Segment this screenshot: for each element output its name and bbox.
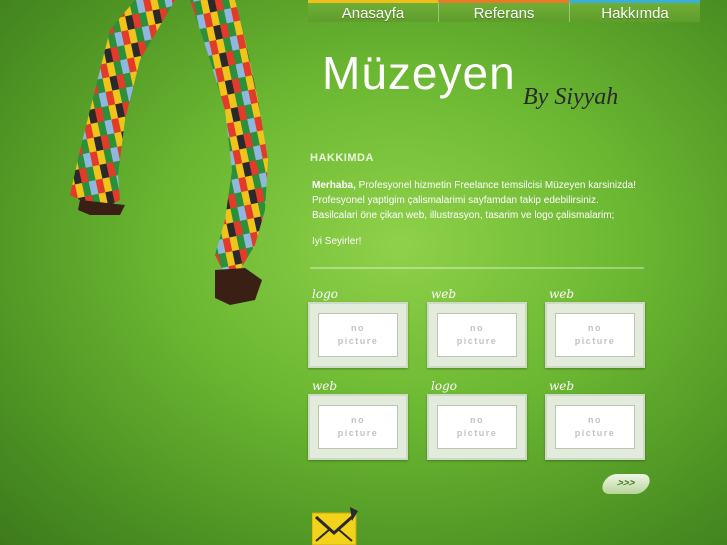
no-picture-placeholder: no picture xyxy=(555,313,635,357)
portfolio-label: web xyxy=(431,287,457,301)
no-picture-placeholder: no picture xyxy=(437,405,517,449)
portfolio-grid: logo no picture web no picture web no pictu… xyxy=(308,286,648,466)
divider xyxy=(310,267,644,269)
portfolio-thumbnail[interactable]: no picture xyxy=(545,302,645,368)
intro-line-3: Basilcalari öne çikan web, illustrasyon,… xyxy=(312,210,615,221)
portfolio-thumbnail[interactable]: no picture xyxy=(427,302,527,368)
intro-line-2: Profesyonel yaptigim çalismalarimi sayfa… xyxy=(312,195,599,206)
portfolio-item: logo no picture xyxy=(308,286,408,368)
mail-icon[interactable] xyxy=(312,507,360,545)
portfolio-label: logo xyxy=(312,287,338,301)
about-text: Merhaba, Profesyonel hizmetin Freelance … xyxy=(312,178,652,249)
portfolio-label: web xyxy=(312,379,338,393)
intro-line-1: Profesyonel hizmetin Freelance temsilcis… xyxy=(355,180,637,191)
nav-hakkimda[interactable]: Hakkımda xyxy=(569,0,700,22)
portfolio-item: logo no picture xyxy=(427,378,527,460)
no-picture-placeholder: no picture xyxy=(318,313,398,357)
no-picture-placeholder: no picture xyxy=(555,405,635,449)
nav-referans[interactable]: Referans xyxy=(438,0,569,22)
no-picture-placeholder: no picture xyxy=(318,405,398,449)
main-nav: Anasayfa Referans Hakkımda xyxy=(308,0,700,22)
portfolio-label: web xyxy=(549,287,575,301)
portfolio-thumbnail[interactable]: no picture xyxy=(427,394,527,460)
portfolio-thumbnail[interactable]: no picture xyxy=(308,302,408,368)
portfolio-thumbnail[interactable]: no picture xyxy=(308,394,408,460)
portfolio-item: web no picture xyxy=(427,286,527,368)
portfolio-thumbnail[interactable]: no picture xyxy=(545,394,645,460)
more-arrow-button[interactable]: >>> xyxy=(599,474,653,494)
nav-anasayfa[interactable]: Anasayfa xyxy=(308,0,438,22)
greeting: Merhaba, xyxy=(312,180,356,191)
portfolio-label: web xyxy=(549,379,575,393)
portfolio-item: web no picture xyxy=(545,286,645,368)
portfolio-item: web no picture xyxy=(308,378,408,460)
section-title: HAKKIMDA xyxy=(310,152,374,164)
site-byline: By Siyyah xyxy=(523,84,619,110)
portfolio-item: web no picture xyxy=(545,378,645,460)
striped-stockings-illustration xyxy=(70,0,268,305)
no-picture-placeholder: no picture xyxy=(437,313,517,357)
portfolio-label: logo xyxy=(431,379,457,393)
closing-text: Iyi Seyirler! xyxy=(312,236,362,247)
site-title: Müzeyen xyxy=(322,47,516,99)
